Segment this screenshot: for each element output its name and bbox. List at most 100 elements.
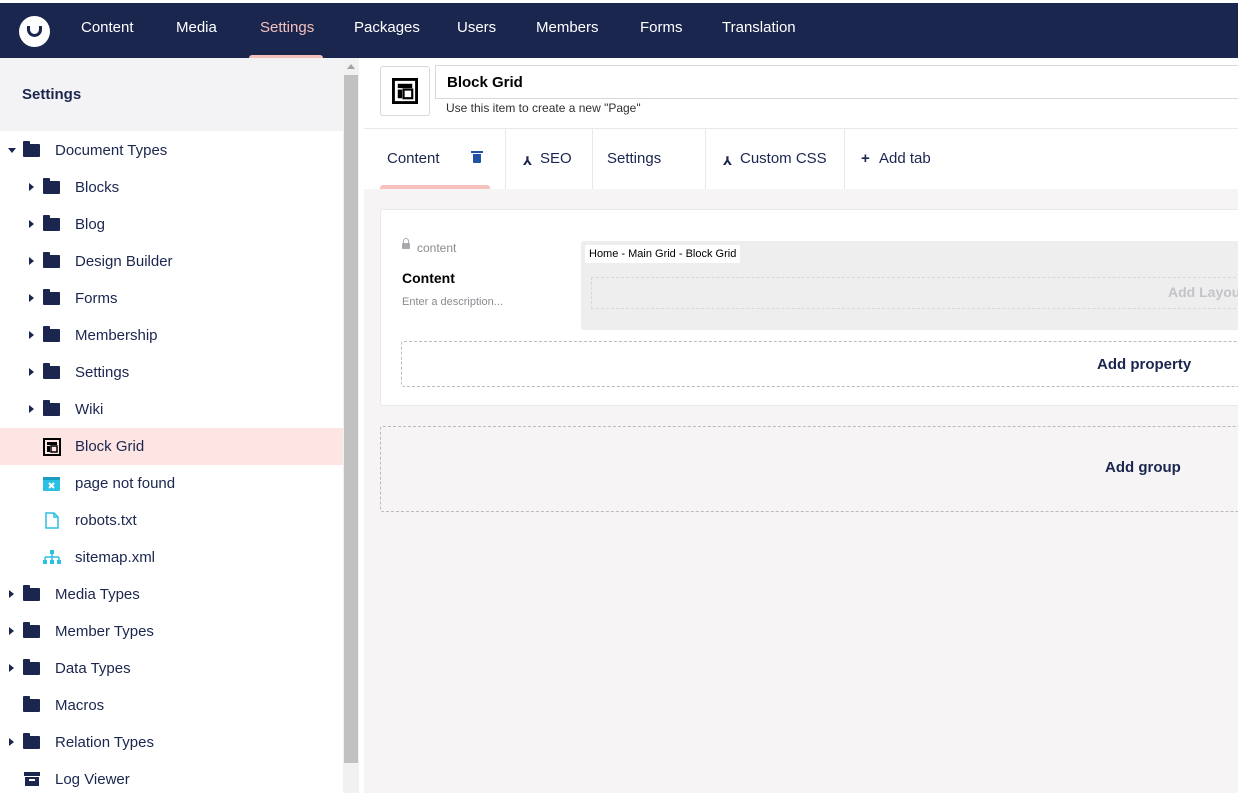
tab-label: SEO bbox=[540, 150, 572, 167]
tree-item-label: page not found bbox=[75, 475, 176, 492]
tree-item-log-viewer[interactable]: Log Viewer bbox=[0, 761, 343, 793]
nav-forms[interactable]: Forms bbox=[640, 19, 683, 58]
tab-label: Content bbox=[387, 150, 440, 167]
tree-item-design-builder[interactable]: Design Builder bbox=[0, 243, 343, 280]
scrollbar-thumb[interactable] bbox=[344, 75, 358, 763]
tree-item-label: Document Types bbox=[55, 142, 168, 159]
nav-users[interactable]: Users bbox=[457, 19, 496, 58]
caret-right-icon[interactable] bbox=[9, 664, 14, 672]
tree-item-label: Block Grid bbox=[75, 438, 145, 455]
tab-label: Add tab bbox=[879, 150, 931, 167]
folder-icon bbox=[43, 178, 60, 194]
folder-icon bbox=[23, 622, 40, 638]
lock-icon[interactable] bbox=[402, 238, 410, 249]
umbraco-logo-icon[interactable] bbox=[19, 16, 50, 47]
nav-content[interactable]: Content bbox=[81, 19, 134, 58]
tree-item-macros[interactable]: Macros bbox=[0, 687, 343, 724]
archive-icon bbox=[24, 772, 40, 786]
add-property-label: Add property bbox=[1097, 356, 1192, 373]
tree-item-label: Data Types bbox=[55, 660, 131, 677]
property-name[interactable]: Content bbox=[402, 270, 455, 286]
tab-custom-css[interactable]: ⅄ Custom CSS bbox=[706, 129, 845, 189]
tree-item-label: Relation Types bbox=[55, 734, 154, 751]
document-type-description[interactable]: Use this item to create a new "Page" bbox=[446, 101, 641, 115]
nav-members[interactable]: Members bbox=[536, 19, 599, 58]
tree-item-sitemap-xml[interactable]: sitemap.xml bbox=[0, 539, 343, 576]
tree-item-label: Forms bbox=[75, 290, 118, 307]
caret-down-icon[interactable] bbox=[8, 148, 16, 153]
tree-item-forms[interactable]: Forms bbox=[0, 280, 343, 317]
caret-right-icon[interactable] bbox=[9, 738, 14, 746]
property-alias: content bbox=[417, 241, 457, 255]
caret-right-icon[interactable] bbox=[29, 183, 34, 191]
inherited-icon: ⅄ bbox=[523, 154, 533, 168]
sidebar-scrollbar[interactable] bbox=[343, 58, 359, 793]
tree-item-membership[interactable]: Membership bbox=[0, 317, 343, 354]
tree-item-label: sitemap.xml bbox=[75, 549, 156, 566]
folder-icon bbox=[43, 326, 60, 342]
add-group-label: Add group bbox=[1105, 459, 1181, 476]
plus-icon: + bbox=[861, 150, 870, 167]
tree-item-data-types[interactable]: Data Types bbox=[0, 650, 343, 687]
tree-item-blocks[interactable]: Blocks bbox=[0, 169, 343, 206]
tab-seo[interactable]: ⅄ SEO bbox=[506, 129, 593, 189]
caret-right-icon[interactable] bbox=[29, 331, 34, 339]
nav-packages[interactable]: Packages bbox=[354, 19, 420, 58]
folder-icon bbox=[23, 585, 40, 601]
tree-item-label: Settings bbox=[75, 364, 130, 381]
tree-item-media-types[interactable]: Media Types bbox=[0, 576, 343, 613]
caret-right-icon[interactable] bbox=[9, 590, 14, 598]
tree-item-page-not-found[interactable]: page not found bbox=[0, 465, 343, 502]
trash-icon[interactable] bbox=[471, 151, 483, 164]
tree-item-robots-txt[interactable]: robots.txt bbox=[0, 502, 343, 539]
tree-item-settings[interactable]: Settings bbox=[0, 354, 343, 391]
tree-item-label: Blocks bbox=[75, 179, 120, 196]
add-property-button[interactable]: Add property bbox=[401, 341, 1238, 387]
folder-icon bbox=[23, 659, 40, 675]
tab-label: Settings bbox=[607, 150, 662, 167]
add-layout-placeholder: Add Layout bbox=[591, 277, 1238, 309]
tree-item-label: Wiki bbox=[75, 401, 104, 418]
add-group-button[interactable]: Add group bbox=[380, 426, 1238, 512]
top-navigation-bar: Content Media Settings Packages Users Me… bbox=[0, 0, 1238, 59]
caret-right-icon[interactable] bbox=[29, 294, 34, 302]
tree-item-wiki[interactable]: Wiki bbox=[0, 391, 343, 428]
folder-icon bbox=[43, 215, 60, 231]
layout-icon bbox=[43, 438, 61, 456]
property-description[interactable]: Enter a description... bbox=[402, 296, 503, 308]
tree-item-relation-types[interactable]: Relation Types bbox=[0, 724, 343, 761]
caret-right-icon[interactable] bbox=[29, 405, 34, 413]
add-tab-button[interactable]: + Add tab bbox=[845, 129, 965, 189]
document-type-icon-picker[interactable] bbox=[380, 66, 430, 116]
caret-right-icon[interactable] bbox=[29, 257, 34, 265]
sitemap-icon bbox=[43, 550, 61, 564]
tree-item-blog[interactable]: Blog bbox=[0, 206, 343, 243]
tab-settings[interactable]: Settings bbox=[593, 129, 706, 189]
add-layout-label: Add Layout bbox=[1168, 284, 1238, 300]
property-group: content Content Enter a description... H… bbox=[380, 209, 1238, 406]
tree-item-label: Log Viewer bbox=[55, 771, 130, 788]
nav-translation[interactable]: Translation bbox=[722, 19, 796, 58]
tree-item-block-grid[interactable]: Block Grid bbox=[0, 428, 343, 465]
nav-media[interactable]: Media bbox=[176, 19, 217, 58]
nav-settings[interactable]: Settings bbox=[260, 19, 314, 58]
scroll-up-arrow-icon[interactable] bbox=[347, 64, 355, 69]
property-editor-preview[interactable]: Home - Main Grid - Block Grid Add Layout bbox=[581, 241, 1238, 330]
sidebar: Settings Document Types Blocks Blog Desi… bbox=[0, 58, 343, 793]
tab-content[interactable]: Content bbox=[364, 129, 506, 189]
document-type-editor: Use this item to create a new "Page" Con… bbox=[364, 58, 1238, 793]
tab-label: Custom CSS bbox=[740, 150, 827, 167]
document-type-name-input[interactable] bbox=[435, 65, 1238, 99]
browser-error-icon bbox=[43, 477, 60, 491]
caret-right-icon[interactable] bbox=[9, 627, 14, 635]
tree-item-label: Media Types bbox=[55, 586, 140, 603]
tree-item-label: robots.txt bbox=[75, 512, 137, 529]
tree-item-member-types[interactable]: Member Types bbox=[0, 613, 343, 650]
tree-item-document-types[interactable]: Document Types bbox=[0, 132, 343, 169]
folder-icon bbox=[43, 252, 60, 268]
tree-item-label: Membership bbox=[75, 327, 158, 344]
active-tab-indicator bbox=[380, 185, 490, 189]
tree-item-label: Design Builder bbox=[75, 253, 173, 270]
caret-right-icon[interactable] bbox=[29, 368, 34, 376]
caret-right-icon[interactable] bbox=[29, 220, 34, 228]
